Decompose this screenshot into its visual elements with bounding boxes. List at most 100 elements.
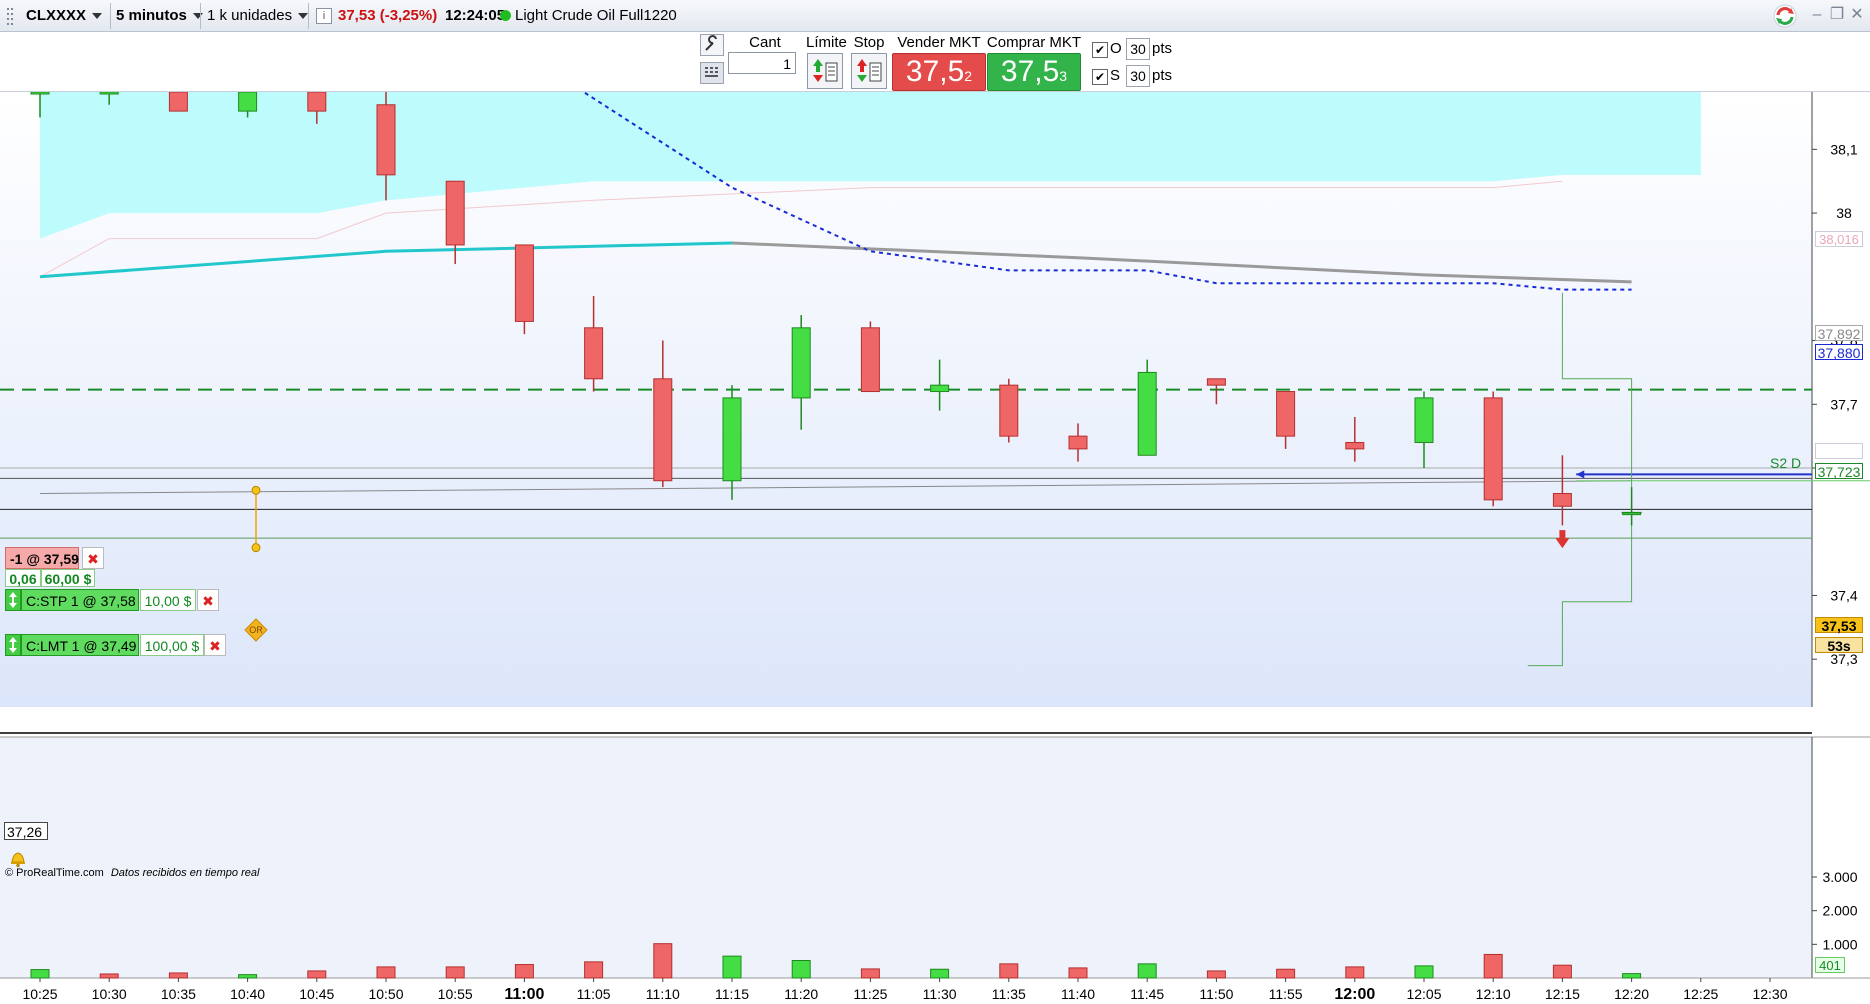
label-37723: 37,723 (1815, 463, 1863, 480)
label-hidden (1815, 443, 1863, 459)
candle-body (1414, 397, 1434, 444)
close-position-icon[interactable]: ✖ (82, 547, 104, 569)
sell-price: 37,5 (905, 55, 965, 88)
drag-limit-icon[interactable] (5, 634, 21, 656)
limit-order-tag[interactable]: C:LMT 1 @ 37,49 (21, 634, 139, 656)
alarm-bell-icon[interactable] (8, 848, 28, 868)
cancel-limit-icon[interactable]: ✖ (204, 634, 226, 656)
restore-icon[interactable]: ❐ (1828, 6, 1846, 24)
price-chart[interactable]: 38,13837,837,737,637,437,33.0002.0001.00… (0, 52, 1870, 1003)
label-37892: 37,892 (1815, 325, 1863, 342)
info-icon[interactable]: i (316, 8, 332, 24)
volume-current-label: 401 (1815, 957, 1845, 973)
current-price-label: 37,53 (1815, 617, 1863, 634)
time-tick-label: 12:05 (1406, 986, 1441, 1000)
buy-price: 37,5 (1000, 55, 1060, 88)
stop-s-label: S (1110, 67, 1121, 84)
volume-bar (860, 968, 880, 979)
stop-order-tag[interactable]: C:STP 1 @ 37,58 (21, 589, 139, 611)
pnl-points: 0,06 (5, 569, 41, 587)
time-tick-label: 12:30 (1752, 986, 1787, 1000)
wrench-icon[interactable] (700, 34, 724, 56)
buy-market-button[interactable]: 37,53 (987, 53, 1081, 91)
time-tick-label: 11:55 (1269, 986, 1303, 1000)
stop-order-icon (857, 59, 882, 82)
objective-pts-label: pts (1152, 40, 1173, 57)
candle-body (1068, 435, 1088, 450)
keypad-icon[interactable] (700, 62, 724, 84)
volume-bar (514, 964, 534, 979)
position-tag[interactable]: -1 @ 37,59 (5, 547, 79, 569)
objective-label: O (1110, 40, 1122, 57)
time-tick-label: 10:50 (368, 986, 403, 1000)
time-tick-label: 11:20 (784, 986, 818, 1000)
footer-text: © ProRealTime.com Datos recibidos en tie… (5, 867, 259, 879)
time-tick-label: 11:25 (853, 986, 887, 1000)
time-tick-label: 11:10 (646, 986, 680, 1000)
candle-body (860, 327, 880, 393)
minimize-icon[interactable]: – (1808, 6, 1826, 24)
limit-order-button[interactable] (807, 53, 843, 89)
or-badge[interactable]: OR (244, 618, 268, 642)
units-selector[interactable]: 1 k unidades (207, 4, 309, 28)
objective-checkbox[interactable]: ✔ (1092, 42, 1108, 58)
limit-order-icon (813, 59, 838, 82)
sync-icon[interactable] (1772, 3, 1798, 29)
time-tick-label: 12:20 (1614, 986, 1649, 1000)
time-tick-label: 10:40 (230, 986, 265, 1000)
candle-body (653, 378, 673, 482)
candle-body (307, 91, 327, 112)
order-bar: Cant 1 Límite Stop Vender MKT 37,52 Comp… (0, 32, 1870, 92)
sell-signal-arrow-stem (1559, 530, 1566, 539)
volume-bar (1137, 963, 1157, 979)
volume-bar (791, 959, 811, 979)
objective-points-input[interactable]: 30 (1126, 38, 1150, 60)
candle-body (1345, 442, 1365, 450)
candle-body (1206, 378, 1226, 386)
volume-panel-background (0, 737, 1812, 978)
stop-order-button[interactable] (851, 53, 887, 89)
volume-bar (238, 974, 258, 979)
stop-checkbox[interactable]: ✔ (1092, 69, 1108, 85)
quantity-input[interactable]: 1 (728, 52, 796, 74)
price-tick-label: 37,4 (1830, 587, 1857, 603)
volume-tick-label: 2.000 (1822, 903, 1857, 919)
chevron-down-icon (298, 13, 309, 20)
symbol-selector[interactable]: CLXXXX (26, 4, 103, 28)
candle-body (514, 244, 534, 322)
time-tick-label: 10:45 (299, 986, 334, 1000)
sell-label: Vender MKT (897, 34, 981, 51)
volume-bar (930, 968, 950, 979)
candle-body (930, 384, 950, 393)
chart-area[interactable]: 38,13837,837,737,637,437,33.0002.0001.00… (0, 52, 1870, 1003)
drag-handle-icon[interactable] (6, 4, 20, 28)
volume-bar (1483, 953, 1503, 979)
time-tick-label: 11:45 (1130, 986, 1164, 1000)
volume-bar (722, 955, 742, 979)
chevron-down-icon (192, 13, 203, 20)
volume-bar (1206, 970, 1226, 979)
time-tick-label: 10:35 (161, 986, 196, 1000)
cancel-stop-icon[interactable]: ✖ (197, 589, 219, 611)
svg-text:OR: OR (249, 625, 263, 635)
limit-order-amount: 100,00 $ (140, 634, 204, 656)
stop-points-input[interactable]: 30 (1126, 65, 1150, 87)
time-tick-label: 11:30 (923, 986, 957, 1000)
timeframe-selector[interactable]: 5 minutos (116, 4, 203, 28)
time-tick-label: 11:15 (715, 986, 749, 1000)
candle-body (791, 327, 811, 399)
volume-bar (653, 943, 673, 979)
volume-tick-label: 1.000 (1822, 936, 1857, 952)
time-tick-label: 10:30 (92, 986, 127, 1000)
realtime-text: Datos recibidos en tiempo real (110, 867, 260, 879)
candle-body (722, 397, 742, 482)
candle-body (238, 91, 258, 112)
volume-tick-label: 3.000 (1822, 869, 1857, 885)
instrument-name: Light Crude Oil Full1220 (515, 7, 677, 24)
drag-stop-icon[interactable] (5, 589, 21, 611)
sell-market-button[interactable]: 37,52 (892, 53, 986, 91)
symbol-label: CLXXXX (26, 7, 87, 24)
volume-bar (168, 972, 188, 979)
close-icon[interactable]: ✕ (1848, 6, 1866, 24)
limite-label: Límite (806, 34, 847, 51)
